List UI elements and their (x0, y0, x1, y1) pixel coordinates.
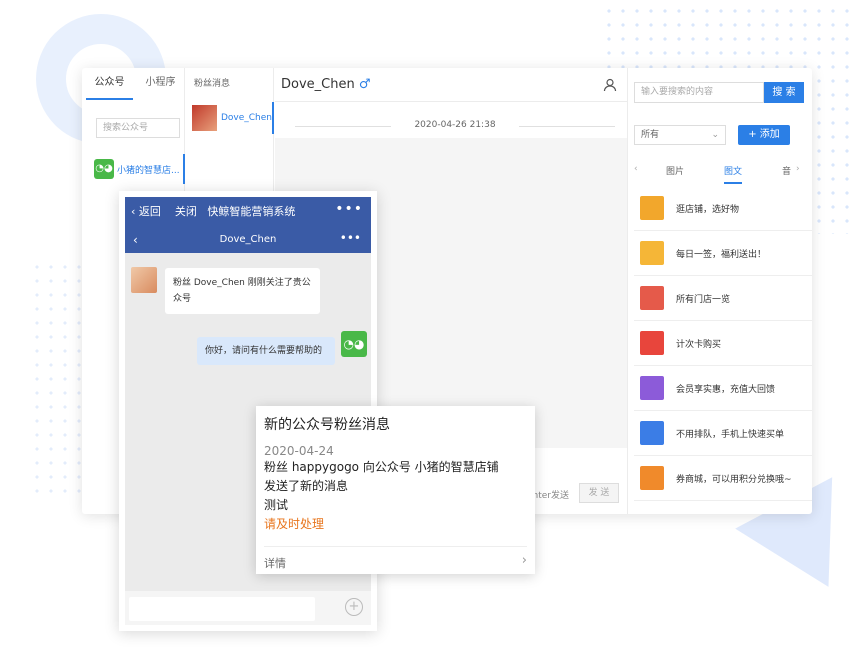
article-title: 计次卡购买 (676, 339, 722, 350)
send-button[interactable]: 发 送 (579, 483, 619, 503)
chevron-right-icon: › (521, 553, 527, 568)
article-thumbnail (640, 196, 664, 220)
male-icon: ♂ (358, 77, 371, 92)
close-button[interactable]: 关闭 (175, 205, 197, 218)
chevron-left-icon[interactable]: ‹ (634, 164, 638, 174)
chat-timestamp: 2020-04-26 21:38 (295, 120, 615, 130)
article-title: 每日一签，福利送出！ (676, 249, 767, 260)
menu-icon[interactable]: ••• (340, 225, 361, 251)
details-link[interactable]: 详情 › (264, 546, 527, 571)
plus-icon[interactable]: + (345, 598, 363, 616)
article-title: 不用排队，手机上快速买单 (676, 429, 785, 440)
wechat-mini-icon: ◔◕ (341, 331, 367, 357)
wechat-mini-icon: ◔◕ (94, 159, 114, 179)
list-item[interactable]: 逛店铺，选好物 (634, 186, 812, 231)
tab-articles[interactable]: 图文 (724, 164, 743, 184)
user-icon[interactable] (603, 78, 617, 96)
article-thumbnail (640, 466, 664, 490)
notification-line: 发送了新的消息 (264, 479, 349, 493)
notification-date: 2020-04-24 (264, 444, 334, 458)
more-icon[interactable]: ••• (335, 194, 363, 224)
phone-input-bar: + (125, 591, 371, 625)
filter-value: 所有 (641, 130, 660, 140)
article-thumbnail (640, 241, 664, 265)
notification-title: 新的公众号粉丝消息 (264, 417, 390, 433)
material-tabs: ‹ 图片 图文 音 › (628, 158, 812, 184)
back-button[interactable]: 返回 (139, 205, 161, 218)
material-column: 输入要搜索的内容 搜 索 所有 ⌄ + 添加 ‹ 图片 图文 音 › 逛店铺，选… (627, 68, 812, 514)
account-item[interactable]: ◔◕ 小猪的智慧店... (82, 154, 185, 184)
tab-public-account[interactable]: 公众号 (86, 68, 133, 100)
phone-topbar: ‹ 返回 关闭 快鲸智能营销系统 ••• (125, 197, 371, 227)
list-item[interactable]: 不用排队，手机上快速买单 (634, 411, 812, 456)
tab-audio[interactable]: 音 (782, 164, 791, 177)
tab-mini-program[interactable]: 小程序 (137, 68, 184, 100)
article-thumbnail (640, 376, 664, 400)
list-item[interactable]: 计次卡购买 (634, 321, 812, 366)
article-thumbnail (640, 331, 664, 355)
notification-line: 测试 (264, 498, 289, 512)
material-list: 逛店铺，选好物每日一签，福利送出！ 所有门店一览 计次卡购买会员享实惠，充值大回馈不… (634, 186, 812, 501)
fan-name: Dove_Chen (220, 113, 272, 123)
article-title: 券商城，可以用积分兑换哦~ (676, 474, 792, 485)
notification-card[interactable]: 新的公众号粉丝消息 2020-04-24 粉丝 happygogo 向公众号 小… (256, 406, 535, 574)
material-search-input[interactable]: 输入要搜索的内容 (634, 82, 764, 103)
list-item[interactable]: 所有门店一览 (634, 276, 812, 321)
phone-message-input[interactable] (129, 597, 315, 621)
add-button[interactable]: + 添加 (738, 125, 790, 145)
details-label: 详情 (264, 557, 286, 570)
filter-select[interactable]: 所有 ⌄ (634, 125, 726, 145)
notification-line: 粉丝 happygogo 向公众号 小猪的智慧店铺 (264, 460, 499, 474)
account-search-input[interactable]: 搜索公众号 (96, 118, 180, 138)
phone-app-title: 快鲸智能营销系统 (207, 205, 296, 218)
fan-header: 粉丝消息 (194, 79, 231, 89)
fan-avatar (192, 105, 217, 131)
back-arrow-icon[interactable]: ‹ (133, 227, 138, 253)
phone-chat-title: Dove_Chen (219, 234, 277, 245)
article-title: 会员享实惠，充值大回馈 (676, 384, 776, 395)
article-thumbnail (640, 286, 664, 310)
search-button[interactable]: 搜 索 (764, 82, 804, 103)
list-item[interactable]: 券商城，可以用积分兑换哦~ (634, 456, 812, 501)
tab-images[interactable]: 图片 (666, 164, 684, 177)
chat-title-bar: Dove_Chen ♂ (275, 68, 627, 102)
chevron-left-icon[interactable]: ‹ (131, 205, 139, 218)
chevron-right-icon[interactable]: › (796, 164, 800, 174)
article-thumbnail (640, 421, 664, 445)
fan-avatar-small (131, 267, 157, 293)
notification-urgent: 请及时处理 (264, 517, 325, 531)
article-title: 逛店铺，选好物 (676, 204, 740, 215)
article-title: 所有门店一览 (676, 294, 731, 305)
chat-title: Dove_Chen (281, 77, 355, 92)
list-item[interactable]: 每日一签，福利送出！ (634, 231, 812, 276)
enter-hint: nter发送 (532, 491, 569, 501)
stage: 公众号 小程序 搜索公众号 ◔◕ 小猪的智慧店... 粉丝消息 Dove_Che… (0, 0, 866, 652)
phone-subbar: ‹ Dove_Chen ••• (125, 227, 371, 253)
chevron-down-icon: ⌄ (711, 130, 719, 140)
account-name: 小猪的智慧店... (117, 165, 180, 176)
account-tabs: 公众号 小程序 (82, 68, 184, 100)
list-item[interactable]: 会员享实惠，充值大回馈 (634, 366, 812, 411)
fan-item[interactable]: Dove_Chen (186, 102, 274, 134)
message-bubble-right: 你好，请问有什么需要帮助的 (197, 337, 335, 365)
message-bubble-left: 粉丝 Dove_Chen 刚刚关注了贵公众号 (165, 268, 320, 314)
